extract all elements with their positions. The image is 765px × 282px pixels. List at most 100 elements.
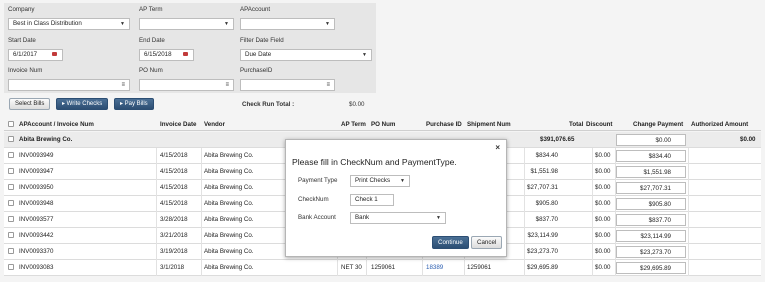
po-num-field[interactable]: ≡ [139, 79, 234, 91]
lookup-icon[interactable]: ≡ [326, 80, 330, 90]
col-purchase-id[interactable]: Purchase ID [426, 121, 462, 128]
invoice-num-cell: INV0093947 [19, 168, 54, 175]
column-divider [592, 244, 593, 260]
continue-button[interactable]: Continue [432, 236, 469, 249]
invoice-num-field[interactable]: ≡ [8, 79, 130, 91]
select-bills-button[interactable]: Select Bills [9, 98, 51, 110]
ap-term-select[interactable]: ▼ [139, 18, 234, 30]
end-date-field[interactable]: 6/15/2018 [139, 49, 194, 61]
change-payment-input[interactable]: $23,273.70 [616, 246, 686, 258]
discount-cell: $0.00 [595, 168, 611, 175]
bank-account-value: Bank [355, 214, 370, 221]
column-divider [201, 228, 202, 244]
change-payment-input[interactable]: $905.80 [616, 198, 686, 210]
table-row[interactable]: INV0093083 3/1/2018 Abita Brewing Co. NET 3… [4, 260, 761, 276]
row-checkbox[interactable] [8, 184, 14, 190]
col-vendor[interactable]: Vendor [204, 121, 225, 128]
column-divider [524, 148, 525, 164]
total-cell: $905.80 [535, 200, 558, 207]
payment-type-label: Payment Type [298, 177, 338, 184]
vendor-cell: Abita Brewing Co. [204, 264, 254, 271]
row-checkbox[interactable] [8, 152, 14, 158]
group-checkbox[interactable] [8, 136, 14, 142]
chevron-down-icon: ▼ [400, 178, 405, 184]
po-num-label: PO Num [139, 67, 163, 74]
table-header: APAccount / Invoice Num Invoice Date Ven… [4, 118, 761, 131]
company-label: Company [8, 6, 35, 13]
filter-date-field-select[interactable]: Due Date ▼ [240, 49, 372, 61]
select-all-checkbox[interactable] [8, 121, 14, 127]
pay-bills-button[interactable]: ▸ Pay Bills [114, 98, 154, 110]
col-account-invoice[interactable]: APAccount / Invoice Num [19, 121, 94, 128]
purchase-id-cell[interactable]: 18389 [426, 264, 443, 271]
payment-type-value: Print Checks [355, 177, 391, 184]
group-change-payment-input[interactable]: $0.00 [616, 134, 686, 146]
vendor-cell: Abita Brewing Co. [204, 200, 254, 207]
filter-date-field-label: Filter Date Field [240, 37, 284, 44]
change-payment-input[interactable]: $1,551.98 [616, 166, 686, 178]
ap-account-select[interactable]: ▼ [240, 18, 335, 30]
write-checks-button[interactable]: ▸ Write Checks [56, 98, 109, 110]
row-checkbox[interactable] [8, 248, 14, 254]
row-checkbox[interactable] [8, 200, 14, 206]
invoice-date-cell: 4/15/2018 [160, 152, 188, 159]
col-invoice-date[interactable]: Invoice Date [160, 121, 196, 128]
row-checkbox[interactable] [8, 264, 14, 270]
col-authorized-amount[interactable]: Authorized Amount [691, 121, 748, 128]
column-divider [201, 180, 202, 196]
col-po-num[interactable]: PO Num [371, 121, 395, 128]
cancel-button[interactable]: Cancel [471, 236, 503, 249]
payment-type-select[interactable]: Print Checks ▼ [350, 175, 410, 187]
change-payment-input[interactable]: $29,695.89 [616, 262, 686, 274]
change-payment-input[interactable]: $23,114.99 [616, 230, 686, 242]
change-payment-input[interactable]: $837.70 [616, 214, 686, 226]
row-checkbox[interactable] [8, 232, 14, 238]
lookup-icon[interactable]: ≡ [225, 80, 229, 90]
start-date-label: Start Date [8, 37, 36, 44]
invoice-num-cell: INV0093949 [19, 152, 54, 159]
change-payment-input[interactable]: $834.40 [616, 150, 686, 162]
calendar-icon[interactable] [52, 51, 58, 57]
filter-date-field-value: Due Date [245, 51, 272, 58]
column-divider [524, 196, 525, 212]
column-divider [688, 148, 689, 164]
chevron-down-icon: ▼ [325, 21, 330, 27]
lookup-icon[interactable]: ≡ [121, 80, 125, 90]
vendor-cell: Abita Brewing Co. [204, 184, 254, 191]
col-total[interactable]: Total [569, 121, 583, 128]
column-divider [688, 228, 689, 244]
purchase-id-field[interactable]: ≡ [240, 79, 335, 91]
company-select[interactable]: Best in Class Distribution ▼ [8, 18, 130, 30]
bank-account-select[interactable]: Bank ▼ [350, 212, 446, 224]
col-change-payment[interactable]: Change Payment [633, 121, 683, 128]
total-cell: $837.70 [535, 216, 558, 223]
col-discount[interactable]: Discount [586, 121, 612, 128]
col-ap-term[interactable]: AP Term [341, 121, 366, 128]
check-info-dialog: × Please fill in CheckNum and PaymentTyp… [285, 139, 507, 257]
calendar-icon[interactable] [183, 51, 189, 57]
change-payment-input[interactable]: $27,707.31 [616, 182, 686, 194]
invoice-num-cell: INV0093083 [19, 264, 54, 271]
column-divider [688, 212, 689, 228]
checknum-label: CheckNum [298, 196, 329, 203]
column-divider [156, 164, 157, 180]
invoice-date-cell: 4/15/2018 [160, 168, 188, 175]
invoice-num-cell: INV0093442 [19, 232, 54, 239]
column-divider [688, 260, 689, 276]
ap-term-label: AP Term [139, 6, 163, 13]
close-icon[interactable]: × [495, 143, 500, 152]
change-payment-value: $905.80 [648, 201, 671, 208]
start-date-field[interactable]: 6/1/2017 [8, 49, 63, 61]
total-cell: $23,273.70 [527, 248, 558, 255]
checknum-input[interactable]: Check 1 [350, 194, 394, 206]
column-divider [592, 196, 593, 212]
invoice-num-label: Invoice Num [8, 67, 43, 74]
row-checkbox[interactable] [8, 168, 14, 174]
row-checkbox[interactable] [8, 216, 14, 222]
ap-term-cell: NET 30 [341, 264, 362, 271]
column-divider [688, 196, 689, 212]
company-select-value: Best in Class Distribution [13, 20, 82, 27]
invoice-date-cell: 4/15/2018 [160, 200, 188, 207]
col-shipment-num[interactable]: Shipment Num [467, 121, 511, 128]
column-divider [524, 180, 525, 196]
